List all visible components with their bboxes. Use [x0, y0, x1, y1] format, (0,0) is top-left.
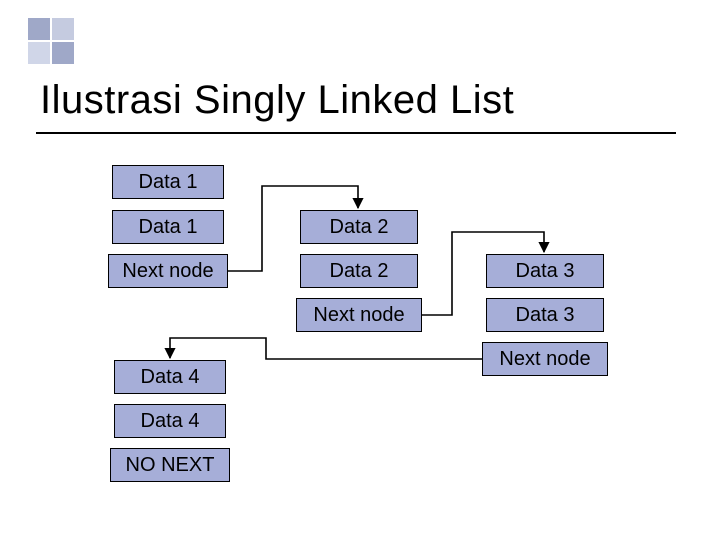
node4-top: Data 4	[114, 360, 226, 394]
diagram-stage: Ilustrasi Singly Linked List Data 1 Data…	[0, 0, 720, 540]
decor-square	[52, 42, 74, 64]
node3-next: Next node	[482, 342, 608, 376]
node1-top: Data 1	[112, 165, 224, 199]
slide-title: Ilustrasi Singly Linked List	[40, 78, 514, 123]
decor-square	[28, 18, 50, 40]
arrow-node3-to-node4	[170, 338, 482, 359]
decor-square	[28, 42, 50, 64]
node2-next: Next node	[296, 298, 422, 332]
title-underline	[36, 132, 676, 134]
node2-mid: Data 2	[300, 254, 418, 288]
node1-mid: Data 1	[112, 210, 224, 244]
node3-mid: Data 3	[486, 298, 604, 332]
decor-square	[52, 18, 74, 40]
node1-next: Next node	[108, 254, 228, 288]
node3-top: Data 3	[486, 254, 604, 288]
node4-mid: Data 4	[114, 404, 226, 438]
node2-top: Data 2	[300, 210, 418, 244]
node4-next: NO NEXT	[110, 448, 230, 482]
